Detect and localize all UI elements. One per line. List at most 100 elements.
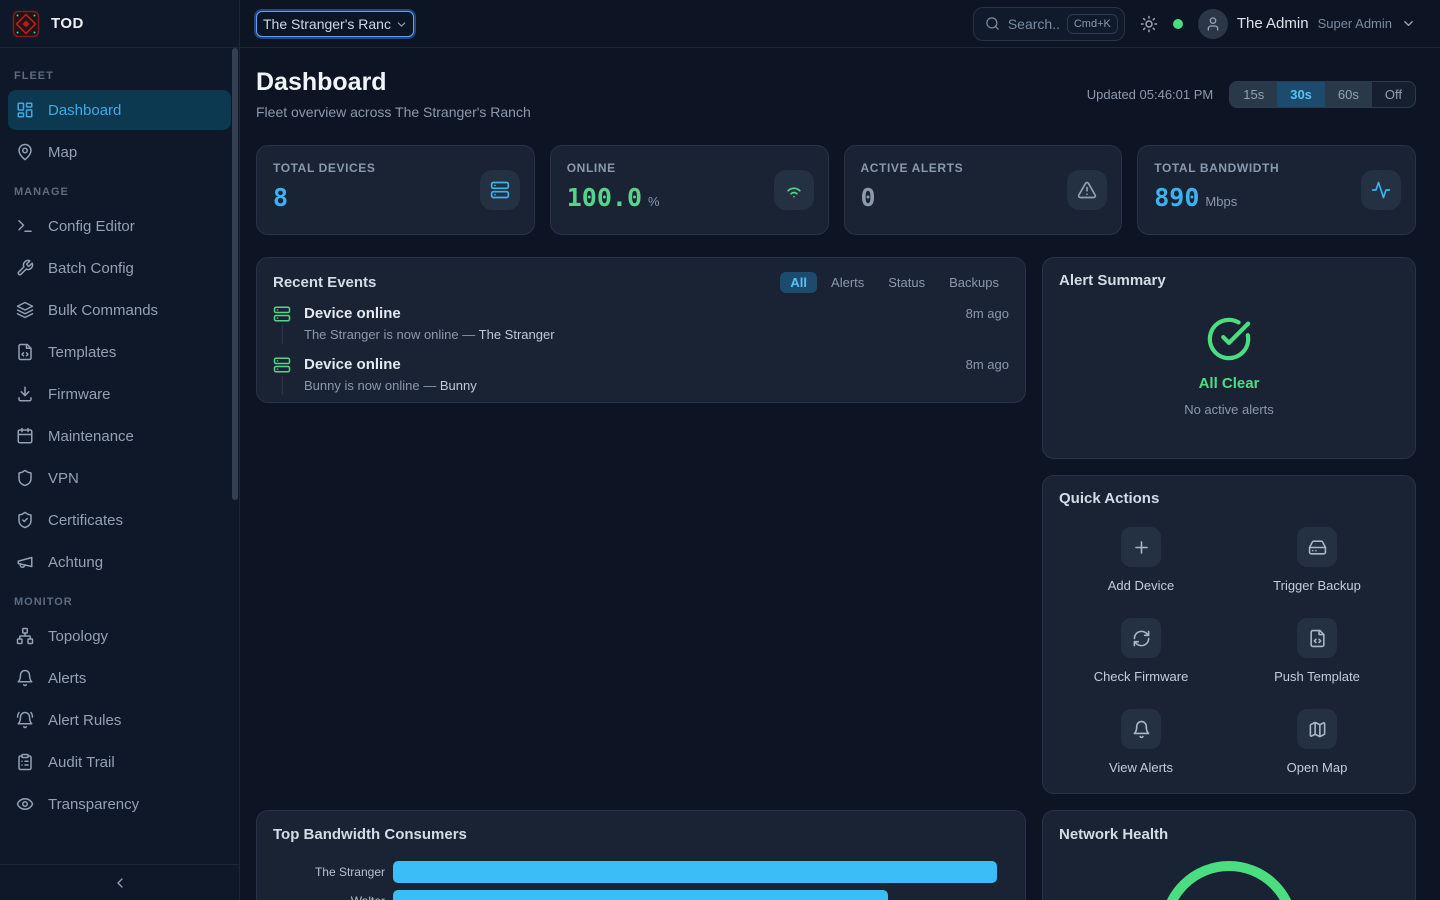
- sidebar-item-vpn[interactable]: VPN: [8, 458, 231, 498]
- sidebar-item-achtung[interactable]: Achtung: [8, 542, 231, 582]
- circle-check-icon: [1206, 316, 1252, 362]
- sidebar-scrollbar[interactable]: [232, 48, 238, 500]
- view-alerts-button[interactable]: View Alerts: [1059, 709, 1223, 775]
- sidebar-item-batch-config[interactable]: Batch Config: [8, 248, 231, 288]
- network-icon: [16, 627, 34, 645]
- event-time: 8m ago: [966, 306, 1009, 321]
- activity-icon: [1371, 180, 1391, 200]
- add-device-button[interactable]: Add Device: [1059, 527, 1223, 593]
- sidebar-item-label: Config Editor: [48, 218, 135, 235]
- quick-action-label: View Alerts: [1109, 760, 1173, 775]
- map-icon: [1308, 720, 1327, 739]
- search-input[interactable]: [1008, 16, 1059, 32]
- event-filter-tabs: All Alerts Status Backups: [780, 272, 1009, 293]
- sidebar-item-firmware[interactable]: Firmware: [8, 374, 231, 414]
- search-icon: [985, 16, 1000, 31]
- plus-icon: [1132, 538, 1151, 557]
- bandwidth-device-label: The Stranger: [273, 865, 385, 879]
- bell-icon: [1132, 720, 1151, 739]
- bandwidth-row: Walter: [273, 890, 1009, 900]
- alert-status-text: All Clear: [1199, 375, 1260, 392]
- stat-icon-chip: [1361, 170, 1401, 210]
- sidebar-item-label: Map: [48, 144, 77, 161]
- server-icon: [273, 305, 291, 323]
- sidebar-item-config-editor[interactable]: Config Editor: [8, 206, 231, 246]
- stat-label: TOTAL BANDWIDTH: [1154, 161, 1399, 175]
- stat-label: TOTAL DEVICES: [273, 161, 518, 175]
- stat-suffix: Mbps: [1205, 194, 1237, 209]
- sidebar-item-label: Alert Rules: [48, 712, 121, 729]
- sidebar-item-label: Dashboard: [48, 102, 121, 119]
- sidebar-item-certificates[interactable]: Certificates: [8, 500, 231, 540]
- event-row: Device online 8m ago The Stranger is now…: [273, 305, 1009, 356]
- recent-events-panel: Recent Events All Alerts Status Backups: [256, 257, 1026, 403]
- sidebar-item-transparency[interactable]: Transparency: [8, 784, 231, 824]
- quick-action-label: Open Map: [1287, 760, 1348, 775]
- download-icon: [16, 385, 34, 403]
- sidebar-collapse-button[interactable]: [0, 864, 239, 900]
- event-description: Bunny is now online — Bunny: [304, 378, 1009, 393]
- recent-events-title: Recent Events: [273, 274, 376, 291]
- sidebar-item-label: Bulk Commands: [48, 302, 158, 319]
- user-menu[interactable]: The Admin Super Admin: [1198, 9, 1416, 39]
- push-template-button[interactable]: Push Template: [1235, 618, 1399, 684]
- sidebar-item-topology[interactable]: Topology: [8, 616, 231, 656]
- stat-cards-row: TOTAL DEVICES 8 ONLINE 100.0 %: [256, 145, 1416, 235]
- sidebar: TOD FLEET Dashboard Map MANAGE Config Ed…: [0, 0, 240, 900]
- page-head: Dashboard Fleet overview across The Stra…: [256, 68, 1416, 120]
- sun-icon[interactable]: [1140, 15, 1158, 33]
- trigger-backup-button[interactable]: Trigger Backup: [1235, 527, 1399, 593]
- sidebar-item-label: Achtung: [48, 554, 103, 571]
- tab-alerts[interactable]: Alerts: [821, 272, 874, 293]
- open-map-button[interactable]: Open Map: [1235, 709, 1399, 775]
- bandwidth-row: The Stranger: [273, 861, 1009, 883]
- brand-logo-icon: [12, 10, 40, 38]
- search-box[interactable]: Cmd+K: [973, 7, 1125, 41]
- user-name: The Admin: [1237, 15, 1309, 32]
- stat-icon-chip: [1067, 170, 1107, 210]
- refresh-option-60s[interactable]: 60s: [1325, 82, 1372, 107]
- sidebar-item-map[interactable]: Map: [8, 132, 231, 172]
- file-code-icon: [1308, 629, 1327, 648]
- sidebar-item-maintenance[interactable]: Maintenance: [8, 416, 231, 456]
- sidebar-item-bulk-commands[interactable]: Bulk Commands: [8, 290, 231, 330]
- nav-section-monitor: MONITOR: [0, 584, 239, 614]
- sidebar-item-label: Audit Trail: [48, 754, 115, 771]
- tab-all[interactable]: All: [780, 272, 817, 293]
- shield-check-icon: [16, 511, 34, 529]
- bandwidth-bar: [393, 861, 997, 883]
- sidebar-item-alerts[interactable]: Alerts: [8, 658, 231, 698]
- map-pin-icon: [16, 143, 34, 161]
- sidebar-item-templates[interactable]: Templates: [8, 332, 231, 372]
- fleet-selector[interactable]: The Stranger's Ranch: [256, 11, 414, 37]
- calendar-icon: [16, 427, 34, 445]
- server-icon: [490, 180, 510, 200]
- refresh-option-15s[interactable]: 15s: [1230, 82, 1277, 107]
- sidebar-item-label: Firmware: [48, 386, 111, 403]
- user-role: Super Admin: [1318, 16, 1392, 31]
- refresh-interval-control: 15s 30s 60s Off: [1229, 81, 1416, 108]
- quick-action-label: Trigger Backup: [1273, 578, 1361, 593]
- quick-action-label: Push Template: [1274, 669, 1360, 684]
- alert-summary-panel: Alert Summary All Clear No active alerts: [1042, 257, 1416, 459]
- refresh-option-off[interactable]: Off: [1372, 82, 1415, 107]
- sidebar-item-alert-rules[interactable]: Alert Rules: [8, 700, 231, 740]
- layers-icon: [16, 301, 34, 319]
- quick-actions-panel: Quick Actions Add Device Trigger Backup: [1042, 475, 1416, 794]
- page-head-left: Dashboard Fleet overview across The Stra…: [256, 68, 531, 120]
- bell-icon: [16, 669, 34, 687]
- refresh-option-30s[interactable]: 30s: [1277, 82, 1325, 107]
- page-head-right: Updated 05:46:01 PM 15s 30s 60s Off: [1087, 81, 1416, 108]
- wifi-icon: [784, 180, 804, 200]
- tab-status[interactable]: Status: [878, 272, 935, 293]
- event-row: Device online 8m ago Bunny is now online…: [273, 356, 1009, 403]
- stat-card-total-devices: TOTAL DEVICES 8: [256, 145, 535, 235]
- stat-label: ONLINE: [567, 161, 812, 175]
- sidebar-item-label: Alerts: [48, 670, 86, 687]
- tab-backups[interactable]: Backups: [939, 272, 1009, 293]
- terminal-icon: [16, 217, 34, 235]
- sidebar-item-dashboard[interactable]: Dashboard: [8, 90, 231, 130]
- sidebar-item-label: Topology: [48, 628, 108, 645]
- check-firmware-button[interactable]: Check Firmware: [1059, 618, 1223, 684]
- sidebar-item-audit-trail[interactable]: Audit Trail: [8, 742, 231, 782]
